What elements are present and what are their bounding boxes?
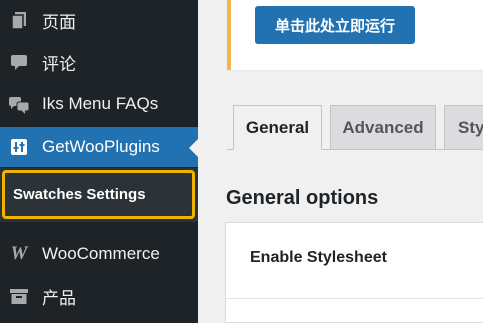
- menu-item-label: Iks Menu FAQs: [42, 94, 159, 113]
- submenu-item-swatches-settings[interactable]: Swatches Settings: [2, 170, 195, 219]
- menu-item-pages[interactable]: 页面: [0, 0, 198, 40]
- menu-item-getwooplugins[interactable]: GetWooPlugins: [0, 127, 198, 167]
- sliders-icon: [8, 136, 30, 158]
- tab-style[interactable]: Sty: [444, 105, 483, 150]
- run-now-button[interactable]: 单击此处立即运行: [255, 6, 415, 44]
- menu-item-iks-menu-faqs[interactable]: Iks Menu FAQs: [0, 84, 198, 124]
- enable-stylesheet-label: Enable Stylesheet: [250, 249, 387, 266]
- menu-item-label: 评论: [42, 54, 76, 74]
- comments-icon: [8, 93, 30, 115]
- archive-icon: [8, 285, 30, 307]
- row-divider: [225, 298, 483, 299]
- woocommerce-icon: W: [10, 243, 28, 264]
- submenu: Swatches Settings: [0, 168, 198, 222]
- pages-icon: [8, 9, 30, 31]
- tab-general[interactable]: General: [233, 105, 322, 150]
- tab-advanced[interactable]: Advanced: [330, 105, 436, 150]
- comment-icon: [8, 51, 30, 73]
- menu-item-label: GetWooPlugins: [42, 137, 160, 156]
- menu-item-comments[interactable]: 评论: [0, 42, 198, 82]
- current-menu-arrow: [189, 139, 198, 157]
- admin-sidebar: 页面 评论 Iks Menu FAQs GetWooPlugins Swatch…: [0, 0, 198, 323]
- menu-item-products[interactable]: 产品: [0, 276, 198, 316]
- menu-item-woocommerce[interactable]: W WooCommerce: [0, 234, 198, 274]
- section-title: General options: [226, 187, 379, 209]
- menu-item-label: WooCommerce: [42, 244, 160, 263]
- options-card: [225, 222, 483, 323]
- menu-item-label: 页面: [42, 12, 76, 32]
- menu-item-label: 产品: [42, 288, 76, 308]
